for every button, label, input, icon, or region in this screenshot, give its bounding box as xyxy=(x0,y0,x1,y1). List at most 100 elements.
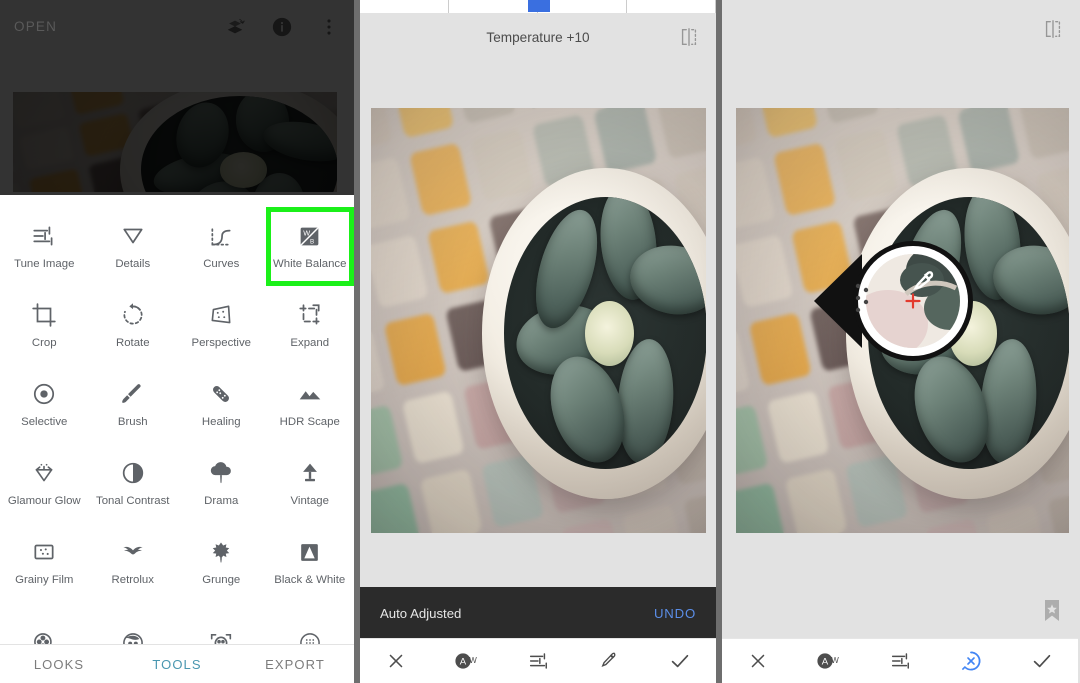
tool-label: Tonal Contrast xyxy=(96,495,169,508)
adjustment-label: Temperature +10 xyxy=(486,30,589,45)
cancel-button[interactable] xyxy=(360,650,431,672)
grunge-icon xyxy=(208,537,234,567)
tool-label: Perspective xyxy=(191,337,251,350)
perspective-icon xyxy=(208,300,234,330)
svg-text:A: A xyxy=(460,657,467,668)
panel-tools: OPEN xyxy=(0,0,354,683)
tool-details[interactable]: Details xyxy=(89,207,178,286)
tools-sheet: Tune Image Details Curves WB White Balan… xyxy=(0,195,354,683)
tool-black-and-white[interactable]: Black & White xyxy=(266,523,355,602)
tool-label: Selective xyxy=(21,416,67,429)
grainy-film-icon xyxy=(31,537,57,567)
undo-button[interactable]: UNDO xyxy=(654,606,696,621)
tool-grainy-film[interactable]: Grainy Film xyxy=(0,523,89,602)
tool-white-balance[interactable]: WB White Balance xyxy=(266,207,355,286)
adjustment-header: Temperature +10 xyxy=(360,13,716,61)
tab-looks[interactable]: LOOKS xyxy=(0,657,118,672)
selective-icon xyxy=(31,379,57,409)
tool-label: Grainy Film xyxy=(15,574,73,587)
tool-label: Vintage xyxy=(291,495,329,508)
editor-toolbar: AW xyxy=(360,638,716,683)
tool-label: HDR Scape xyxy=(280,416,340,429)
hdr-scape-icon xyxy=(297,379,323,409)
adjust-sliders-button[interactable] xyxy=(502,650,573,672)
tool-label: Expand xyxy=(290,337,329,350)
eyedropper-button[interactable] xyxy=(574,650,645,672)
photo-succulent xyxy=(371,108,706,533)
photo-vignette xyxy=(736,108,1069,533)
tool-curves[interactable]: Curves xyxy=(177,207,266,286)
bottom-tabs: LOOKS TOOLS EXPORT xyxy=(0,644,354,683)
remove-sample-point-button[interactable] xyxy=(936,649,1007,673)
tool-healing[interactable]: Healing xyxy=(177,365,266,444)
photo-succulent xyxy=(13,92,337,192)
temperature-slider[interactable] xyxy=(360,0,716,13)
auto-white-balance-button[interactable]: AW xyxy=(793,650,864,672)
white-balance-icon: WB xyxy=(297,221,322,251)
tab-export[interactable]: EXPORT xyxy=(236,657,354,672)
crop-icon xyxy=(31,300,57,330)
edited-photo-preview[interactable] xyxy=(13,92,337,192)
tool-tune-image[interactable]: Tune Image xyxy=(0,207,89,286)
tool-label: Drama xyxy=(204,495,238,508)
panel-temperature: Temperature +10 xyxy=(360,0,716,683)
tool-perspective[interactable]: Perspective xyxy=(177,286,266,365)
panel-eyedropper: AW xyxy=(722,0,1080,683)
tool-brush[interactable]: Brush xyxy=(89,365,178,444)
svg-text:W: W xyxy=(831,656,839,665)
bookmark-star-icon[interactable] xyxy=(1042,599,1062,623)
tools-grid: Tune Image Details Curves WB White Balan… xyxy=(0,195,354,602)
tool-vintage[interactable]: Vintage xyxy=(266,444,355,523)
tool-label: Rotate xyxy=(116,337,150,350)
photo-preview-sampling[interactable] xyxy=(736,108,1069,533)
tool-retrolux[interactable]: Retrolux xyxy=(89,523,178,602)
tool-tonal-contrast[interactable]: Tonal Contrast xyxy=(89,444,178,523)
overflow-menu-icon[interactable] xyxy=(318,16,340,38)
tool-selective[interactable]: Selective xyxy=(0,365,89,444)
compare-split-icon[interactable] xyxy=(1042,18,1064,40)
auto-white-balance-button[interactable]: AW xyxy=(431,650,502,672)
top-bar: OPEN xyxy=(0,0,354,53)
eyedropper-header xyxy=(722,0,1080,61)
info-icon[interactable] xyxy=(271,16,293,38)
photo-vignette xyxy=(371,108,706,533)
photo-preview-adjusted[interactable] xyxy=(371,108,706,533)
brush-icon xyxy=(120,379,146,409)
rotate-icon xyxy=(120,300,146,330)
tool-rotate[interactable]: Rotate xyxy=(89,286,178,365)
tool-crop[interactable]: Crop xyxy=(0,286,89,365)
glamour-glow-icon xyxy=(31,458,57,488)
cancel-button[interactable] xyxy=(722,650,793,672)
apply-button[interactable] xyxy=(1007,649,1078,673)
healing-icon xyxy=(208,379,234,409)
tool-label: Crop xyxy=(32,337,57,350)
three-panel-screenshot: OPEN xyxy=(0,0,1080,683)
slider-segment xyxy=(538,0,627,13)
drama-icon xyxy=(208,458,234,488)
tool-grunge[interactable]: Grunge xyxy=(177,523,266,602)
tool-label: White Balance xyxy=(273,258,346,271)
tool-label: Black & White xyxy=(274,574,345,587)
svg-text:W: W xyxy=(304,228,311,237)
slider-segment xyxy=(360,0,449,13)
slider-segment xyxy=(627,0,716,13)
svg-text:W: W xyxy=(469,656,477,665)
open-button[interactable]: OPEN xyxy=(14,19,57,34)
slider-thumb[interactable] xyxy=(528,0,550,12)
tool-label: Tune Image xyxy=(14,258,74,271)
tool-label: Details xyxy=(115,258,150,271)
tool-expand[interactable]: Expand xyxy=(266,286,355,365)
photo-succulent xyxy=(736,108,1069,533)
tab-tools[interactable]: TOOLS xyxy=(118,657,236,672)
stack-revert-icon[interactable] xyxy=(224,16,246,38)
compare-split-icon[interactable] xyxy=(678,26,700,48)
tool-label: Curves xyxy=(203,258,239,271)
auto-adjusted-snackbar: Auto Adjusted UNDO xyxy=(360,587,716,639)
tool-hdr-scape[interactable]: HDR Scape xyxy=(266,365,355,444)
tool-label: Grunge xyxy=(202,574,240,587)
tool-drama[interactable]: Drama xyxy=(177,444,266,523)
tool-glamour-glow[interactable]: Glamour Glow xyxy=(0,444,89,523)
adjust-sliders-button[interactable] xyxy=(864,650,935,672)
editor-toolbar: AW xyxy=(722,638,1078,683)
apply-button[interactable] xyxy=(645,649,716,673)
